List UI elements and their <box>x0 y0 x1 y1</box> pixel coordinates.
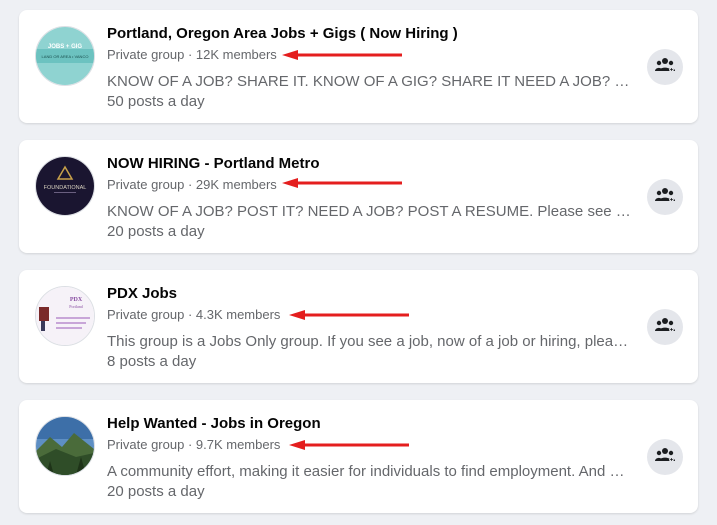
red-arrow-icon <box>282 178 404 188</box>
meta-separator: · <box>184 47 196 62</box>
group-activity: 50 posts a day <box>107 93 205 110</box>
group-name[interactable]: PDX Jobs <box>107 284 637 304</box>
join-group-button[interactable] <box>647 309 683 345</box>
group-description: KNOW OF A JOB? SHARE IT. KNOW OF A GIG? … <box>107 73 632 90</box>
group-avatar[interactable] <box>35 416 95 476</box>
group-members: 29K members <box>195 177 277 192</box>
group-privacy: Private group <box>107 177 185 192</box>
red-arrow-icon <box>289 440 411 450</box>
group-avatar[interactable]: JOBS + GIG LAND OR AREA • VANCO <box>35 26 95 86</box>
group-members: 9.7K members <box>195 437 281 452</box>
svg-text:JOBS + GIG: JOBS + GIG <box>48 44 83 50</box>
join-group-button[interactable] <box>647 439 683 475</box>
group-activity: 20 posts a day <box>107 483 205 500</box>
svg-text:PDX: PDX <box>70 297 83 303</box>
group-privacy: Private group <box>107 307 185 322</box>
group-card[interactable]: PDX Portland PDX Jobs Private group · 4.… <box>19 270 698 383</box>
group-people-icon <box>655 317 675 338</box>
group-name[interactable]: Help Wanted - Jobs in Oregon <box>107 414 637 434</box>
group-avatar[interactable]: PDX Portland <box>35 286 95 346</box>
meta-separator: · <box>184 177 196 192</box>
join-group-button[interactable] <box>647 49 683 85</box>
group-people-icon <box>655 57 675 78</box>
group-description: KNOW OF A JOB? POST IT? NEED A JOB? POST… <box>107 203 632 220</box>
meta-separator: · <box>184 307 196 322</box>
group-avatar[interactable]: FOUNDATIONAL <box>35 156 95 216</box>
group-name[interactable]: Portland, Oregon Area Jobs + Gigs ( Now … <box>107 24 637 44</box>
group-people-icon <box>655 447 675 468</box>
group-privacy: Private group <box>107 47 185 62</box>
group-card[interactable]: JOBS + GIG LAND OR AREA • VANCO Portland… <box>19 10 698 123</box>
group-activity: 8 posts a day <box>107 353 197 370</box>
group-people-icon <box>655 187 675 208</box>
red-arrow-icon <box>289 310 411 320</box>
svg-text:LAND OR AREA • VANCO: LAND OR AREA • VANCO <box>42 54 89 59</box>
group-activity: 20 posts a day <box>107 223 205 240</box>
meta-separator: · <box>184 437 196 452</box>
group-members: 12K members <box>195 47 277 62</box>
join-group-button[interactable] <box>647 179 683 215</box>
svg-text:Portland: Portland <box>69 304 83 309</box>
group-name[interactable]: NOW HIRING - Portland Metro <box>107 154 637 174</box>
group-members: 4.3K members <box>195 307 281 322</box>
group-card[interactable]: FOUNDATIONAL NOW HIRING - Portland Metro… <box>19 140 698 253</box>
group-card[interactable]: Help Wanted - Jobs in Oregon Private gro… <box>19 400 698 513</box>
red-arrow-icon <box>282 50 404 60</box>
group-description: A community effort, making it easier for… <box>107 463 632 480</box>
group-privacy: Private group <box>107 437 185 452</box>
svg-text:FOUNDATIONAL: FOUNDATIONAL <box>44 185 87 191</box>
group-description: This group is a Jobs Only group. If you … <box>107 333 632 350</box>
